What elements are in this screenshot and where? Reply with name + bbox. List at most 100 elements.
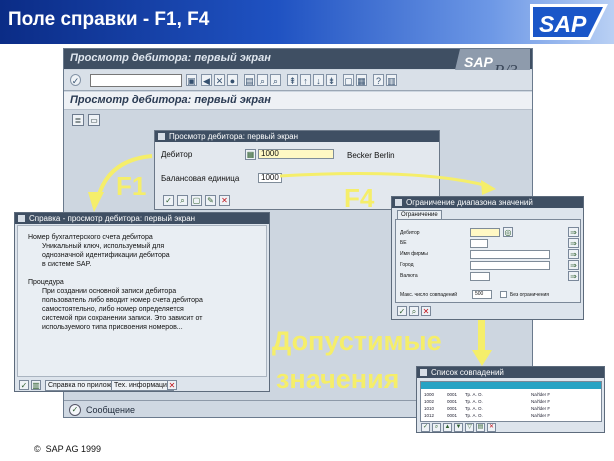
help-line: Номер бухгалтерского счета дебитора xyxy=(28,234,153,241)
no-limit-checkbox[interactable] xyxy=(500,291,507,298)
back-icon[interactable]: ◀ xyxy=(201,74,212,86)
close-icon[interactable]: ✕ xyxy=(167,380,177,390)
help-dialog-title: Справка - просмотр дебитора: первый экра… xyxy=(29,214,196,223)
application-help-button[interactable]: Справка по прилож. xyxy=(45,380,117,391)
continue-icon[interactable]: ✓ xyxy=(397,306,407,316)
help-heading: Процедура xyxy=(28,279,64,286)
match-code-icon[interactable]: ◎ xyxy=(503,227,513,237)
document-icon[interactable]: ▭ xyxy=(88,114,100,126)
multiple-selection-icon[interactable]: ⇒ xyxy=(568,238,579,248)
no-limit-label: Без ограничения xyxy=(510,292,550,298)
multiple-selection-icon[interactable]: ⇒ xyxy=(568,249,579,259)
match-code-icon[interactable]: ▦ xyxy=(245,149,256,160)
hit-list-table: 1000 0001 Тр. А. О. Nal'lder F 1002 0001 Тр. … xyxy=(420,381,602,422)
hit-list-titlebar: Список совпадений xyxy=(417,367,604,378)
status-text: Сообщение xyxy=(86,405,135,415)
field-label: Дебитор xyxy=(400,230,420,236)
help-line: самостоятельно, либо номер определяется xyxy=(42,306,184,313)
edit-icon[interactable]: ✎ xyxy=(205,195,216,206)
range-dialog-titlebar: Ограничение диапазона значений xyxy=(392,197,583,208)
sap-logo: SAP xyxy=(530,4,608,40)
search-icon[interactable]: ⌕ xyxy=(432,423,441,432)
shortcut-icon[interactable]: ▦ xyxy=(356,74,367,86)
help-icon[interactable]: ? xyxy=(373,74,384,86)
search-icon[interactable]: ⌕ xyxy=(177,195,188,206)
cancel-icon[interactable]: ✕ xyxy=(219,195,230,206)
debtor-dialog-title: Просмотр дебитора: первый экран xyxy=(169,132,299,141)
range-dialog: Ограничение диапазона значений Ограничен… xyxy=(391,196,584,320)
r3-logo-sap: SAP xyxy=(464,54,493,70)
allowed-values-line1: Допустимые xyxy=(272,326,442,356)
window-icon xyxy=(395,199,402,206)
status-check-icon[interactable]: ✓ xyxy=(69,404,81,416)
slide-header: Поле справки - F1, F4 SAP xyxy=(0,0,614,44)
layout-icon[interactable]: ▥ xyxy=(386,74,397,86)
page-title: Просмотр дебитора: первый экран xyxy=(70,94,271,106)
f1-label: F1 xyxy=(116,171,147,201)
window-icon xyxy=(158,133,165,140)
help-toolbar: ✓ ▥ Справка по прилож. Тех. информация ✕ xyxy=(15,378,269,392)
next-page-icon[interactable]: ↓ xyxy=(313,74,324,86)
range-dialog-title: Ограничение диапазона значений xyxy=(406,198,533,207)
continue-icon[interactable]: ✓ xyxy=(19,380,29,390)
multiple-selection-icon[interactable]: ⇒ xyxy=(568,260,579,270)
r3-window-title: Просмотр дебитора: первый экран xyxy=(70,52,271,64)
print-icon[interactable]: ▤ xyxy=(476,423,485,432)
book-icon[interactable]: ▥ xyxy=(31,380,41,390)
cancel-icon[interactable]: ✕ xyxy=(421,306,431,316)
range-city-field[interactable] xyxy=(470,261,550,270)
save-icon[interactable]: ▣ xyxy=(186,74,197,86)
range-company-code-field[interactable] xyxy=(470,239,488,248)
help-line: пользователь либо вводит номер счета деб… xyxy=(42,297,203,304)
range-company-name-field[interactable] xyxy=(470,250,550,259)
copyright-icon: © xyxy=(34,444,41,454)
first-page-icon[interactable]: ⇞ xyxy=(287,74,298,86)
copyright-text: SAP AG 1999 xyxy=(45,444,102,454)
table-row[interactable]: 1010 0001 Тр. А. О. Nal'lder F xyxy=(421,406,601,412)
slide-title: Поле справки - F1, F4 xyxy=(8,9,210,30)
search-icon[interactable]: ⌕ xyxy=(409,306,419,316)
find-next-icon[interactable]: ⌕ xyxy=(270,74,281,86)
exit-icon[interactable]: ✕ xyxy=(214,74,225,86)
help-dialog-titlebar: Справка - просмотр дебитора: первый экра… xyxy=(15,213,269,224)
technical-info-button[interactable]: Тех. информация xyxy=(111,380,174,391)
new-entry-icon[interactable]: ▢ xyxy=(191,195,202,206)
help-line: используемого типа присвоения номеров... xyxy=(42,324,183,331)
max-hits-label: Макс. число совпадений xyxy=(400,292,458,298)
cancel-icon[interactable]: ● xyxy=(227,74,238,86)
table-row[interactable]: 1002 0001 Тр. А. О. Nal'lder F xyxy=(421,399,601,405)
sort-desc-icon[interactable]: ▼ xyxy=(454,423,463,432)
list-icon[interactable]: ≣ xyxy=(72,114,84,126)
table-row[interactable]: 1012 0001 Тр. А. О. Nal'lder F xyxy=(421,413,601,419)
prev-page-icon[interactable]: ↑ xyxy=(300,74,311,86)
max-hits-field[interactable]: 500 xyxy=(472,290,492,299)
window-icon xyxy=(18,215,25,222)
range-currency-field[interactable] xyxy=(470,272,490,281)
company-code-field[interactable]: 1000 xyxy=(258,173,282,183)
sort-icon[interactable]: ▲ xyxy=(443,423,452,432)
enter-icon[interactable]: ✓ xyxy=(70,74,81,86)
print-icon[interactable]: ▤ xyxy=(244,74,255,86)
company-code-label: Балансовая единица xyxy=(161,174,240,183)
field-label: Имя фирмы xyxy=(400,251,428,257)
application-toolbar: ≣ ▭ xyxy=(64,111,532,129)
range-debtor-field[interactable] xyxy=(470,228,500,237)
debtor-label: Дебитор xyxy=(161,150,193,159)
multiple-selection-icon[interactable]: ⇒ xyxy=(568,227,579,237)
command-field[interactable] xyxy=(90,74,182,87)
multiple-selection-icon[interactable]: ⇒ xyxy=(568,271,579,281)
table-row[interactable]: 1000 0001 Тр. А. О. Nal'lder F xyxy=(421,392,601,398)
continue-icon[interactable]: ✓ xyxy=(163,195,174,206)
cancel-icon[interactable]: ✕ xyxy=(487,423,496,432)
continue-icon[interactable]: ✓ xyxy=(421,423,430,432)
help-text-area: Номер бухгалтерского счета дебитора Уник… xyxy=(17,225,267,377)
copyright: © SAP AG 1999 xyxy=(34,444,101,454)
debtor-field[interactable]: 1000 xyxy=(258,149,334,159)
new-session-icon[interactable]: ▢ xyxy=(343,74,354,86)
hit-list-dialog: Список совпадений 1000 0001 Тр. А. О. Nal'l… xyxy=(416,366,605,433)
help-line: При создании основной записи дебитора xyxy=(42,288,177,295)
filter-icon[interactable]: ▽ xyxy=(465,423,474,432)
last-page-icon[interactable]: ⇟ xyxy=(326,74,337,86)
hit-list-header xyxy=(421,382,601,389)
find-icon[interactable]: ⌕ xyxy=(257,74,268,86)
